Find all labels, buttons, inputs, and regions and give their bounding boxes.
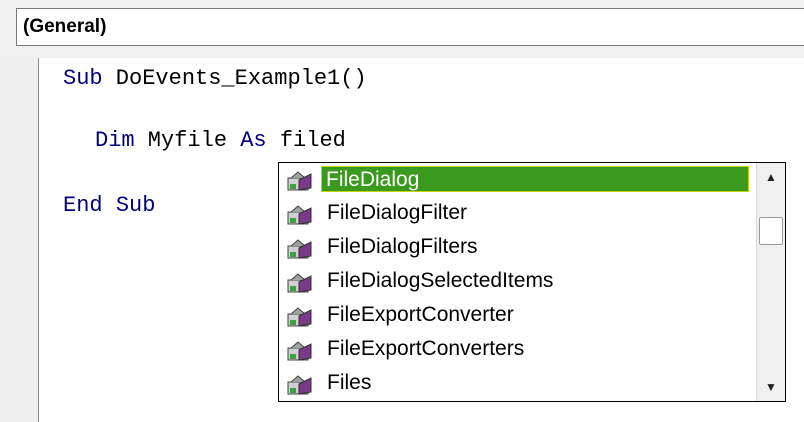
autocomplete-list[interactable]: FileDialog FileDialogFilter FileDialogFi… [278, 162, 786, 402]
keyword: Sub [63, 66, 103, 91]
class-icon [287, 341, 312, 361]
keyword: Sub [115, 193, 156, 218]
list-item[interactable]: FileExportConverter [283, 301, 755, 331]
code-text: DoEvents_Example1() [102, 66, 367, 91]
scroll-up-arrow-icon[interactable]: ▲ [757, 163, 785, 191]
class-icon [287, 375, 312, 395]
code-line-2[interactable]: Dim Myfile As filed [95, 128, 346, 154]
list-item[interactable]: Files [283, 369, 755, 399]
autocomplete-items: FileDialog FileDialogFilter FileDialogFi… [279, 163, 757, 401]
class-icon [287, 205, 312, 225]
list-item-label: FileDialog [321, 166, 749, 192]
code-line-1[interactable]: Sub DoEvents_Example1() [63, 66, 367, 92]
list-item-label: FileExportConverters [327, 337, 525, 360]
keyword: End [63, 193, 103, 218]
list-item[interactable]: FileDialogSelectedItems [283, 267, 755, 297]
list-item[interactable]: FileDialogFilters [283, 233, 755, 263]
code-window-toolbar: (General) [0, 0, 804, 59]
code-text: Myfile [134, 128, 241, 153]
class-icon [287, 307, 312, 327]
list-item-label: Files [327, 371, 372, 394]
scrollbar-thumb[interactable] [759, 217, 783, 245]
object-combo-value: (General) [23, 16, 107, 37]
list-item-label: FileDialogSelectedItems [327, 269, 554, 292]
keyword: Dim [95, 128, 135, 153]
margin-indicator-bar[interactable] [0, 58, 39, 422]
list-item-label: FileDialogFilters [327, 235, 478, 258]
object-combo-box[interactable]: (General) [16, 8, 804, 46]
code-text: filed [266, 128, 346, 153]
vertical-scrollbar[interactable]: ▲ ▼ [756, 163, 785, 401]
class-icon [287, 171, 312, 191]
list-item[interactable]: FileExportConverters [283, 335, 755, 365]
list-item[interactable]: FileDialogFilter [283, 199, 755, 229]
code-line-3[interactable]: End Sub [63, 193, 155, 219]
scroll-down-arrow-icon[interactable]: ▼ [757, 373, 785, 401]
keyword: As [240, 128, 267, 153]
list-item-label: FileExportConverter [327, 303, 514, 326]
class-icon [287, 239, 312, 259]
list-item-label: FileDialogFilter [327, 201, 468, 224]
class-icon [287, 273, 312, 293]
list-item[interactable]: FileDialog [283, 165, 755, 195]
